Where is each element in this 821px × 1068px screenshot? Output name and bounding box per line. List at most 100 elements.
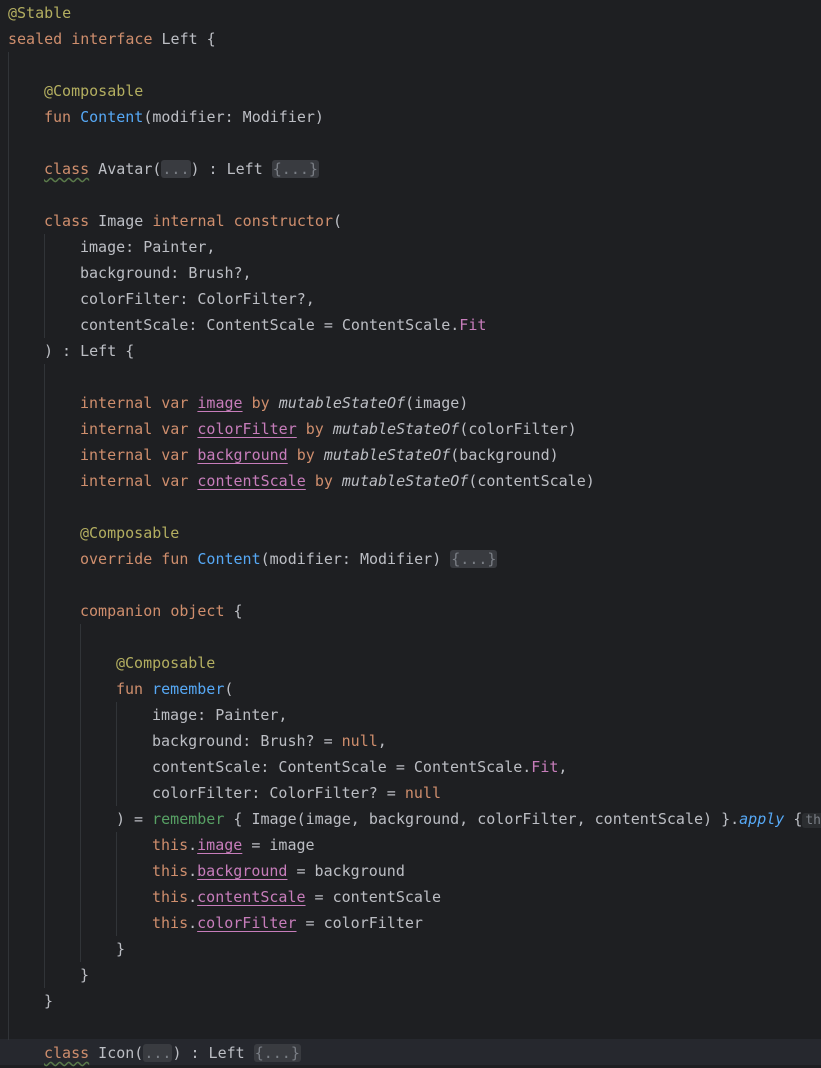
keyword: this — [152, 862, 189, 880]
code-line[interactable]: sealed interface Left { — [8, 26, 216, 52]
code-line[interactable]: class Avatar(...) : Left {...} — [44, 156, 319, 182]
code-text: contentScale: ContentScale = ContentScal… — [152, 758, 532, 776]
keyword: by — [314, 472, 333, 490]
code-text: Avatar( — [89, 160, 162, 178]
code-line[interactable]: class Image internal constructor( — [44, 208, 342, 234]
function-call: apply — [739, 810, 785, 828]
property: contentScale — [197, 472, 306, 490]
code-line[interactable]: this.colorFilter = colorFilter — [152, 910, 423, 936]
code-text: , — [377, 732, 387, 750]
code-line[interactable]: @Composable — [116, 650, 215, 676]
indent-guide — [8, 52, 9, 1040]
code-line[interactable]: @Stable — [8, 0, 71, 26]
function-name: Content — [197, 550, 261, 568]
code-line[interactable]: @Composable — [80, 520, 179, 546]
folded-region[interactable]: {...} — [253, 1044, 301, 1062]
indent-guide — [116, 832, 117, 936]
code-line[interactable]: this.background = background — [152, 858, 405, 884]
keyword: var — [161, 394, 189, 412]
code-line[interactable]: override fun Content(modifier: Modifier)… — [80, 546, 498, 572]
code-text: (contentScale) — [468, 472, 595, 490]
folded-region[interactable]: {...} — [450, 550, 498, 568]
code-line[interactable]: this.contentScale = contentScale — [152, 884, 441, 910]
keyword: null — [341, 732, 378, 750]
folded-region[interactable]: ... — [143, 1044, 173, 1062]
code-line[interactable]: class Icon(...) : Left {...} — [44, 1040, 301, 1066]
code-line[interactable]: background: Brush? = null, — [152, 728, 387, 754]
keyword: by — [296, 446, 315, 464]
code-line[interactable]: colorFilter: ColorFilter?, — [80, 286, 315, 312]
keyword: companion — [80, 602, 162, 620]
function-call: mutableStateOf — [278, 394, 406, 412]
keyword: var — [161, 472, 189, 490]
code-line[interactable]: internal var image by mutableStateOf(ima… — [80, 390, 468, 416]
keyword: by — [251, 394, 270, 412]
code-line[interactable]: companion object { — [80, 598, 243, 624]
code-line[interactable]: contentScale: ContentScale = ContentScal… — [80, 312, 486, 338]
code-text: ( — [224, 680, 234, 698]
folded-region[interactable]: {...} — [271, 160, 319, 178]
keyword: var — [161, 446, 189, 464]
property: Fit — [459, 316, 487, 334]
code-line[interactable]: colorFilter: ColorFilter? = null — [152, 780, 441, 806]
keyword: class — [44, 160, 90, 178]
code-line[interactable]: internal var colorFilter by mutableState… — [80, 416, 577, 442]
code-text: image: Painter, — [80, 238, 216, 256]
keyword: internal — [80, 394, 153, 412]
code-text: Left { — [152, 30, 216, 48]
property: Fit — [531, 758, 559, 776]
property: contentScale — [197, 888, 306, 906]
code-text: background: Brush? = — [152, 732, 342, 750]
code-line[interactable]: } — [80, 962, 89, 988]
code-line[interactable]: internal var contentScale by mutableStat… — [80, 468, 595, 494]
code-line[interactable]: @Composable — [44, 78, 143, 104]
indent-guide — [44, 364, 45, 988]
keyword: this — [152, 888, 189, 906]
code-line[interactable]: } — [116, 936, 125, 962]
code-line[interactable]: ) = remember { Image(image, background, … — [116, 806, 821, 832]
code-text: (background) — [450, 446, 559, 464]
annotation: @Composable — [44, 82, 144, 100]
code-line[interactable]: image: Painter, — [152, 702, 287, 728]
inlay-hint[interactable]: th — [802, 813, 821, 828]
code-line[interactable]: fun Content(modifier: Modifier) — [44, 104, 324, 130]
keyword: internal — [80, 420, 153, 438]
code-line[interactable]: } — [44, 988, 53, 1014]
indent-guide — [80, 624, 81, 962]
code-line[interactable]: background: Brush?, — [80, 260, 252, 286]
code-line[interactable]: image: Painter, — [80, 234, 215, 260]
code-line[interactable]: contentScale: ContentScale = ContentScal… — [152, 754, 567, 780]
code-text: } — [80, 966, 90, 984]
keyword: fun — [44, 108, 72, 126]
code-editor[interactable]: @Stable sealed interface Left { @Composa… — [0, 0, 821, 1068]
keyword: by — [305, 420, 324, 438]
code-text: . — [188, 836, 198, 854]
keyword: class — [44, 1044, 90, 1062]
code-line[interactable]: ) : Left { — [44, 338, 134, 364]
code-line[interactable]: this.image = image — [152, 832, 315, 858]
keyword: interface — [71, 30, 153, 48]
keyword: fun — [161, 550, 189, 568]
code-text: . — [188, 914, 198, 932]
code-text: } — [44, 992, 54, 1010]
code-text: image: Painter, — [152, 706, 288, 724]
property: image — [197, 836, 243, 854]
code-line[interactable]: fun remember( — [116, 676, 233, 702]
function-name: remember — [152, 680, 225, 698]
code-text: ) : Left — [190, 160, 272, 178]
property: colorFilter — [197, 914, 297, 932]
code-text: ) : Left — [172, 1044, 254, 1062]
property: background — [197, 446, 288, 464]
folded-region[interactable]: ... — [161, 160, 191, 178]
code-line[interactable]: internal var background by mutableStateO… — [80, 442, 559, 468]
code-text: (image) — [405, 394, 469, 412]
